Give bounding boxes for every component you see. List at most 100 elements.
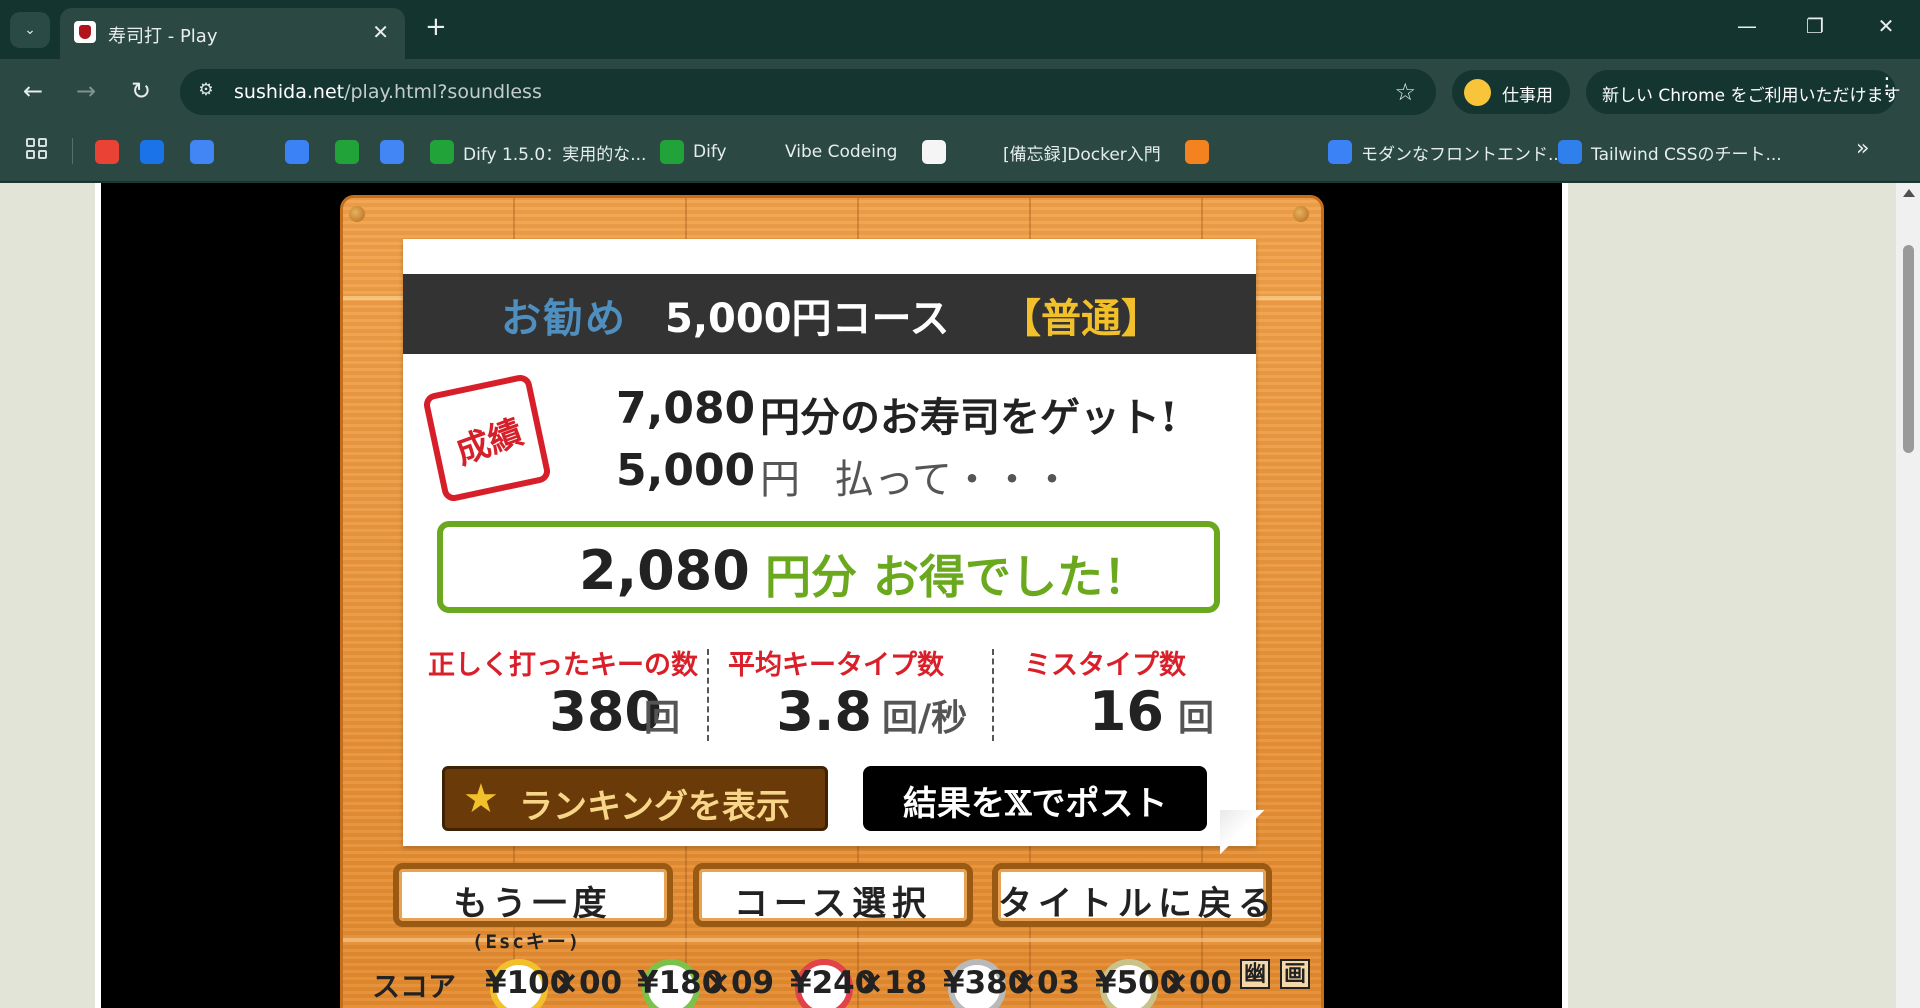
github-icon [1233, 140, 1257, 164]
back-button[interactable]: ← [15, 73, 51, 109]
bookmark-item[interactable] [335, 137, 359, 167]
more-bookmarks-icon[interactable]: » [1856, 136, 1869, 161]
retry-button[interactable]: もう一度 [393, 863, 673, 927]
bookmark-item[interactable] [240, 137, 264, 167]
stat-correct-keys-unit: 回 [644, 697, 681, 739]
bookmarks-divider [72, 138, 73, 164]
stat-miss-value: 16 [1088, 680, 1164, 743]
new-tab-button[interactable]: + [425, 14, 447, 40]
course-select-button[interactable]: コース選択 [693, 863, 973, 927]
apps-grid-icon[interactable] [26, 138, 48, 160]
course-header: お勧め 5,000円コース 【普通】 [403, 274, 1256, 354]
paid-text: 払って・・・ [834, 457, 1072, 503]
gain-text: 円分 お得でした！ [765, 550, 1150, 604]
window-close-button[interactable]: ✕ [1871, 14, 1901, 38]
profile-button[interactable]: 仕事用 [1452, 70, 1570, 114]
course-recommend: お勧め [501, 295, 627, 342]
back-to-title-label: タイトルに戻る [998, 884, 1278, 924]
tab-close-icon[interactable]: ✕ [372, 20, 389, 44]
plate-count: ×00 [1163, 965, 1233, 1001]
stat-divider [707, 649, 709, 741]
minimize-button[interactable]: — [1732, 14, 1762, 38]
bookmark-item[interactable] [190, 137, 214, 167]
plate-count: ×18 [858, 965, 928, 1001]
nail-icon [1293, 206, 1309, 222]
anthropic-icon [922, 140, 946, 164]
post-to-x-button[interactable]: 結果を𝕏でポスト [863, 766, 1207, 831]
stat-avg-speed-unit: 回/秒 [882, 697, 968, 739]
scroll-thumb[interactable] [1903, 245, 1914, 453]
plate-count: ×09 [705, 965, 775, 1001]
retry-label: もう一度 [453, 884, 613, 924]
got-amount: 7,080 [616, 383, 756, 434]
bookmark-star-icon[interactable]: ☆ [1394, 78, 1416, 106]
globe-icon [970, 140, 994, 164]
bookmark-label: Dify [693, 142, 727, 162]
ranking-label: ランキングを表示 [519, 787, 790, 827]
code-icon [1558, 140, 1582, 164]
bookmark-label: モダンなフロントエンド... [1361, 144, 1565, 165]
url-path: /play.html?soundless [344, 81, 542, 103]
bookmark-item[interactable] [1282, 137, 1306, 167]
chrome-update-button[interactable]: 新しい Chrome をご利用いただけます [1586, 70, 1901, 114]
bookmark-item[interactable]: [備忘録]Docker入門 [970, 137, 1161, 167]
bookmark-item[interactable]: Dify [660, 137, 727, 167]
slash-icon [1328, 140, 1352, 164]
stat-divider [992, 649, 994, 741]
dify-icon [335, 140, 359, 164]
bookmark-item[interactable] [140, 137, 164, 167]
restore-button[interactable]: ❐ [1800, 14, 1830, 38]
dify-icon [660, 140, 684, 164]
bookmark-item[interactable]: Vibe Codeing [752, 137, 897, 167]
bookmark-item[interactable] [1185, 137, 1209, 167]
slash-icon [285, 140, 309, 164]
url-text[interactable]: sushida.net/play.html?soundless [234, 81, 542, 103]
bookmark-item[interactable]: Tailwind CSSのチート... [1558, 137, 1782, 167]
gain-amount: 2,080 [579, 539, 750, 602]
paid-amount: 5,000 [616, 445, 756, 496]
bookmark-item[interactable]: モダンなフロントエンド... [1328, 137, 1564, 167]
reload-button[interactable]: ↻ [123, 73, 159, 109]
site-info-icon[interactable]: ⚙ [194, 80, 218, 104]
active-tab[interactable]: 寿司打 - Play ✕ [60, 8, 405, 59]
url-host: sushida.net [234, 81, 345, 103]
forward-button[interactable]: → [68, 73, 104, 109]
post-label: 結果を𝕏でポスト [903, 784, 1168, 824]
more-menu-icon[interactable]: ⋮ [1876, 74, 1898, 99]
paper-fold [1220, 810, 1264, 854]
stat-avg-speed-label: 平均キータイプ数 [728, 650, 944, 681]
bookmark-item[interactable] [285, 137, 309, 167]
result-stamp: 成績 [421, 372, 553, 504]
paid-yen: 円 [760, 457, 800, 503]
bookmark-label: Dify 1.5.0：実用的な... [463, 144, 647, 165]
bookmarks-bar: Dify 1.5.0：実用的な... Dify Vibe Codeing [備忘録]D… [0, 124, 1920, 182]
back-to-title-button[interactable]: タイトルに戻る [992, 863, 1272, 927]
bookmark-item[interactable] [922, 137, 946, 167]
vertical-scrollbar[interactable] [1896, 183, 1920, 1008]
profile-label: 仕事用 [1502, 86, 1553, 106]
stat-correct-keys-label: 正しく打ったキーの数 [428, 650, 698, 681]
box-icon [1185, 140, 1209, 164]
show-ranking-button[interactable]: ★ ランキングを表示 [442, 766, 828, 831]
bookmark-item[interactable] [95, 137, 119, 167]
sushida-favicon-icon [74, 21, 96, 43]
score-row: スコア ¥100 ×00 ¥180 ×09 ¥240 ×18 ¥380 ×03 ¥500 ×00 … [340, 945, 1324, 1008]
tab-search-button[interactable]: ⌄ [10, 12, 50, 48]
folder-icon [752, 140, 776, 164]
bookmark-item[interactable]: Dify 1.5.0：実用的な... [430, 137, 646, 167]
stamp-text: 成績 [450, 412, 529, 473]
page-viewport: お勧め 5,000円コース 【普通】 成績 7,080 円分のお寿司をゲット! … [0, 183, 1920, 1008]
tab-title: 寿司打 - Play [108, 26, 218, 47]
star-icon: ★ [463, 776, 499, 822]
scroll-up-arrow-icon[interactable] [1903, 189, 1915, 197]
nail-icon [349, 206, 365, 222]
calendar-icon [380, 140, 404, 164]
stat-miss-unit: 回 [1178, 697, 1215, 739]
sparkle-icon [1282, 140, 1306, 164]
bookmark-item[interactable] [380, 137, 404, 167]
chrome-update-label: 新しい Chrome をご利用いただけます [1602, 86, 1901, 106]
bookmark-item[interactable] [1233, 137, 1257, 167]
stat-avg-speed-value: 3.8 [776, 680, 872, 743]
address-bar[interactable]: ⚙ sushida.net/play.html?soundless ☆ [180, 69, 1436, 115]
course-name: 5,000円コース [665, 296, 950, 342]
